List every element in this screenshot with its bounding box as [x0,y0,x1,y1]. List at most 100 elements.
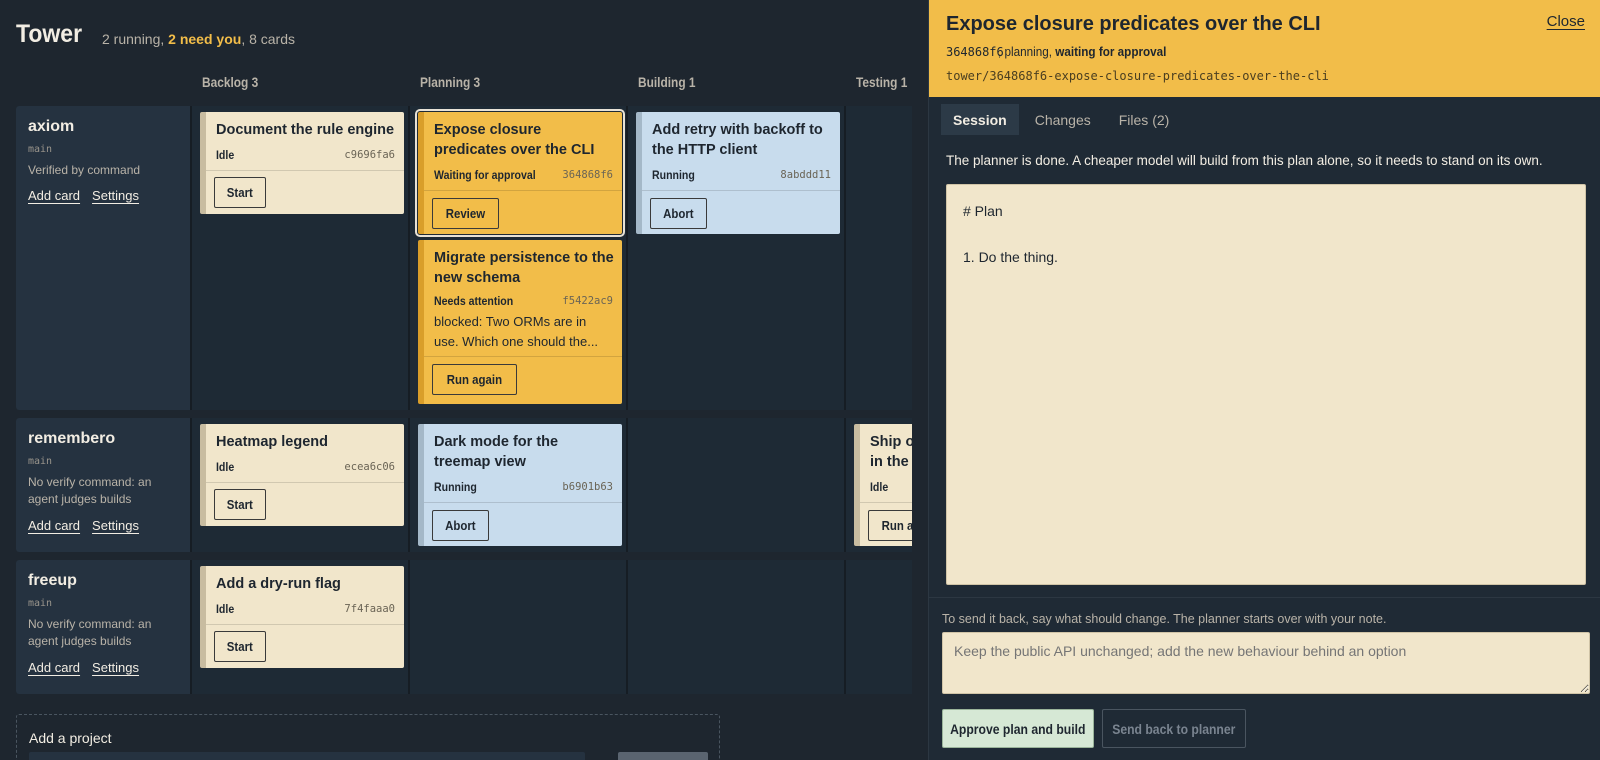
project-branch: main [28,598,53,609]
add-card-link[interactable]: Add card [28,188,80,203]
card-status: Running [434,480,477,494]
card-title: Add retry with backoff to the HTTP clien… [652,122,823,158]
card-title: Migrate persistence to the new schema [434,250,614,286]
abort-button[interactable]: Abort [650,198,707,229]
stats-need-you: 2 need you [168,31,242,47]
send-back-button[interactable]: Send back to planner [1102,709,1246,748]
card-hash: 364868f6 [562,169,613,181]
project-verify: No verify command: an agent judges build… [28,475,152,506]
card-ship-partial[interactable]: Ship oin the Idle Run ag [854,424,912,546]
approve-plan-button[interactable]: Approve plan and build [942,709,1094,748]
settings-link[interactable]: Settings [92,660,139,675]
card-dark-mode-treemap[interactable]: Dark mode for the treemap view Running b… [418,424,622,546]
planner-intro: The planner is done. A cheaper model wil… [946,153,1543,168]
project-row-freeup: freeup main No verify command: an agent … [16,560,912,694]
tab-files[interactable]: Files (2) [1107,104,1182,135]
cell-building [628,418,844,552]
card-divider [424,502,622,503]
card-title: Ship o in the [870,434,912,470]
cell-testing: Ship oin the Idle Run ag [846,418,912,552]
plan-view: # Plan 1. Do the thing. [946,184,1586,585]
panel-branch: tower/364868f6-expose-closure-predicates… [946,69,1329,83]
tab-changes[interactable]: Changes [1023,104,1103,135]
project-name: remembero [28,430,116,447]
card-expose-closure-predicates[interactable]: Expose closure predicates over the CLI W… [415,109,625,237]
project-row-axiom: axiom main Verified by command Add card S… [16,106,912,410]
panel-state: waiting for approval [1055,44,1167,59]
card-status: Idle [216,460,235,474]
card-hash: 8abddd11 [780,169,831,181]
start-button[interactable]: Start [214,177,266,208]
project-name: freeup [28,572,77,589]
abort-button[interactable]: Abort [432,510,489,541]
panel-divider [929,597,1600,598]
review-button[interactable]: Review [432,198,499,229]
settings-link[interactable]: Settings [92,518,139,533]
column-header-testing: Testing 1 [856,74,908,90]
panel-title: Expose closure predicates over the CLI [946,13,1321,35]
card-title: Document the rule engine [216,122,395,138]
project-info: freeup main No verify command: an agent … [16,560,190,694]
card-detail-panel: Expose closure predicates over the CLI C… [928,0,1600,760]
board-stats: 2 running, 2 need you, 8 cards [102,31,295,47]
card-title: Heatmap legend [216,434,328,450]
feedback-textarea[interactable] [942,632,1590,694]
project-info: remembero main No verify command: an age… [16,418,190,552]
project-verify: No verify command: an agent judges build… [28,617,152,648]
card-divider [206,482,404,483]
project-row-remembero: remembero main No verify command: an age… [16,418,912,552]
settings-link[interactable]: Settings [92,188,139,203]
add-project-form: Add a project [16,714,720,760]
card-divider [642,190,840,191]
card-migrate-persistence[interactable]: Migrate persistence to the new schema Ne… [418,240,622,404]
run-again-button[interactable]: Run again [432,364,517,395]
project-branch: main [28,456,53,467]
close-button[interactable]: Close [1547,13,1585,30]
start-button[interactable]: Start [214,489,266,520]
column-header-backlog: Backlog 3 [202,74,259,90]
card-status: Waiting for approval [434,168,536,182]
column-header-planning: Planning 3 [420,74,481,90]
add-card-link[interactable]: Add card [28,518,80,533]
project-links: Add card Settings [28,518,151,533]
card-divider [860,502,912,503]
card-divider [424,190,622,191]
plan-item: 1. Do the thing. [963,249,1058,265]
card-hash: f5422ac9 [562,295,613,307]
stats-cards: , 8 cards [241,31,296,47]
card-add-dry-run-flag[interactable]: Add a dry-run flag Idle 7f4faaa0 Start [200,566,404,668]
add-project-input[interactable] [29,752,585,760]
panel-hash: 364868f6 [946,45,1004,59]
run-again-button[interactable]: Run ag [868,510,912,541]
card-hash: 7f4faaa0 [344,603,395,615]
card-hash: b6901b63 [562,481,613,493]
add-card-link[interactable]: Add card [28,660,80,675]
card-divider [206,170,404,171]
card-add-retry-backoff[interactable]: Add retry with backoff to the HTTP clien… [636,112,840,234]
card-status: Idle [216,602,235,616]
card-blocked-note: blocked: Two ORMs are in use. Which one … [434,314,599,349]
card-status: Idle [216,148,235,162]
card-title: Add a dry-run flag [216,576,341,592]
cell-testing [846,106,912,410]
panel-meta: 364868f6, planning, waiting for approval [946,44,1166,59]
project-links: Add card Settings [28,660,151,675]
card-status: Needs attention [434,294,514,308]
project-links: Add card Settings [28,188,151,203]
cell-planning [410,560,626,694]
card-document-rule-engine[interactable]: Document the rule engine Idle c9696fa6 S… [200,112,404,214]
card-divider [206,624,404,625]
panel-header: Expose closure predicates over the CLI C… [929,0,1600,97]
tab-session[interactable]: Session [941,104,1019,135]
card-status: Idle [870,480,889,494]
start-button[interactable]: Start [214,631,266,662]
project-info: axiom main Verified by command Add card S… [16,106,190,410]
panel-stage: , planning, [998,44,1056,59]
column-header-building: Building 1 [638,74,696,90]
plan-heading: # Plan [963,203,1003,219]
project-verify: Verified by command [28,163,141,177]
card-heatmap-legend[interactable]: Heatmap legend Idle ecea6c06 Start [200,424,404,526]
add-project-button[interactable] [618,752,708,760]
panel-tabs: Session Changes Files (2) [941,104,1185,135]
app-title: Tower [16,20,83,48]
